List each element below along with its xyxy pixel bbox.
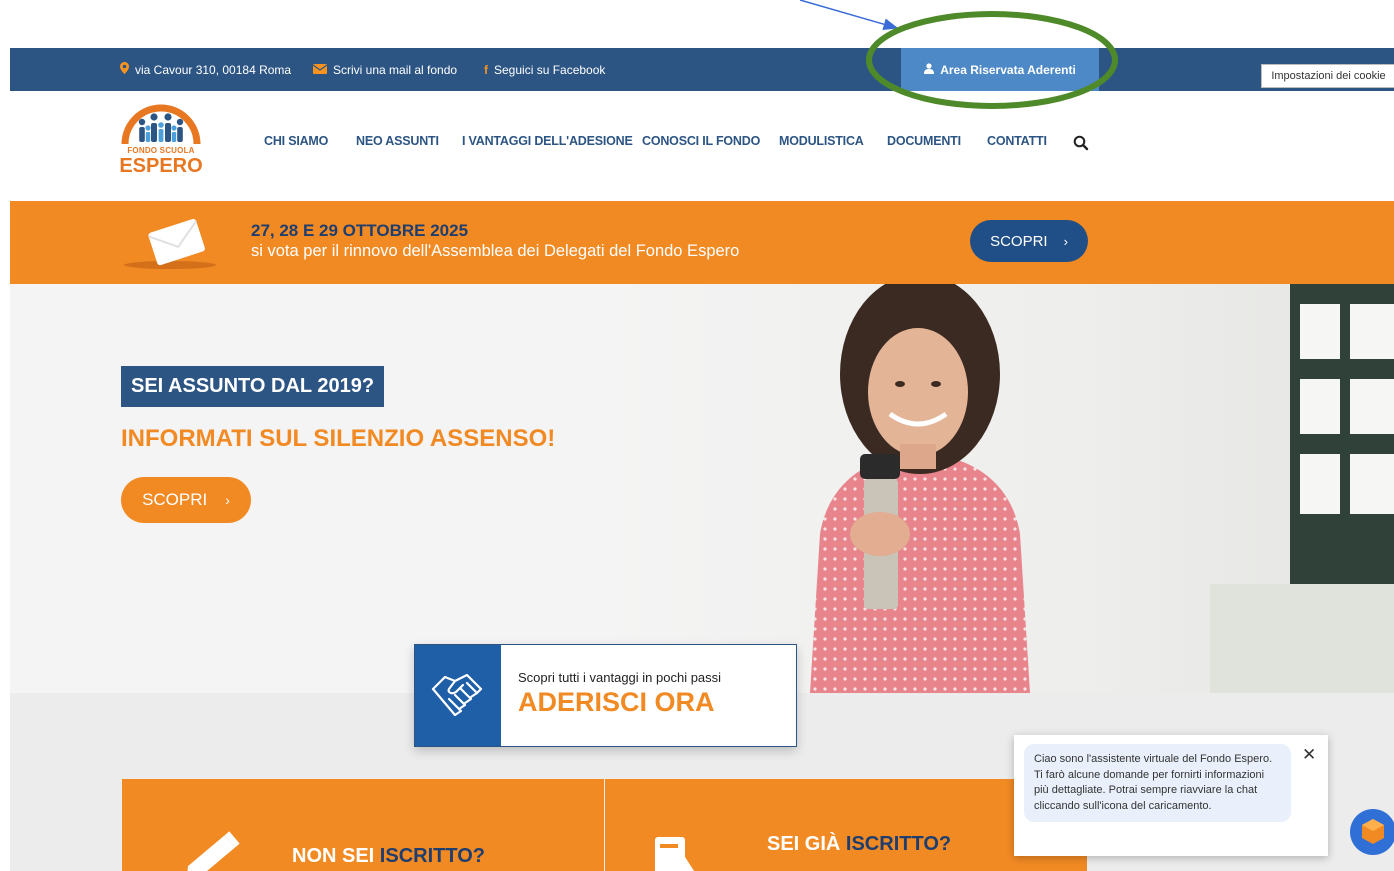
mail-text: Scrivi una mail al fondo (333, 62, 458, 77)
hero-photo (590, 284, 1394, 693)
top-bar: via Cavour 310, 00184 Roma Scrivi una ma… (10, 48, 1394, 91)
adhere-icon-panel (415, 645, 501, 746)
already-enrolled-prefix: SEI GIÀ (767, 833, 846, 855)
not-enrolled-title: NON SEI ISCRITTO? (292, 845, 485, 868)
logo-line1: FONDO SCUOLA (127, 146, 195, 155)
election-banner: 27, 28 E 29 OTTOBRE 2025 si vota per il … (10, 201, 1394, 284)
chat-bot-icon (1350, 809, 1394, 855)
pencil-icon (186, 831, 240, 871)
hero-headline: INFORMATI SUL SILENZIO ASSENSO! (121, 425, 556, 452)
handshake-icon (431, 673, 483, 717)
already-enrolled-title: SEI GIÀ ISCRITTO? (767, 833, 951, 856)
adhere-title: ADERISCI ORA (518, 687, 715, 717)
chevron-right-icon: › (225, 492, 230, 508)
chat-message: Ciao sono l'assistente virtuale del Fond… (1024, 744, 1291, 822)
close-icon[interactable]: ✕ (1302, 745, 1316, 765)
banner-subtitle: si vota per il rinnovo dell'Assemblea de… (251, 242, 740, 260)
logo-line2: ESPERO (119, 155, 203, 177)
document-icon (655, 837, 695, 871)
hero-scopri-button[interactable]: SCOPRI › (121, 477, 251, 523)
already-enrolled-highlight: ISCRITTO? (845, 833, 952, 855)
reserved-area-button[interactable]: Area Riservata Aderenti (901, 48, 1099, 91)
chat-launcher-button[interactable] (1348, 807, 1394, 857)
mail-link[interactable]: Scrivi una mail al fondo (312, 48, 458, 91)
user-icon (924, 62, 935, 77)
not-enrolled-prefix: NON SEI (292, 845, 380, 867)
logo-figures-icon (121, 104, 201, 145)
adhere-card[interactable]: Scopri tutti i vantaggi in pochi passi A… (414, 644, 797, 747)
nav-neo-assunti[interactable]: NEO ASSUNTI (356, 134, 439, 148)
reserved-area-label: Area Riservata Aderenti (940, 62, 1076, 77)
not-enrolled-box[interactable]: NON SEI ISCRITTO? (122, 779, 604, 871)
chevron-right-icon: › (1063, 233, 1068, 249)
hero-section: SEI ASSUNTO DAL 2019? INFORMATI SUL SILE… (10, 284, 1394, 693)
logo[interactable]: FONDO SCUOLA ESPERO (112, 98, 210, 180)
nav-vantaggi[interactable]: I VANTAGGI DELL'ADESIONE (462, 134, 633, 148)
facebook-link[interactable]: f Seguici su Facebook (484, 48, 605, 91)
map-pin-icon (120, 62, 129, 77)
banner-title: 27, 28 E 29 OTTOBRE 2025 (251, 221, 469, 240)
envelope-illustration-icon (124, 218, 216, 269)
not-enrolled-highlight: ISCRITTO? (379, 845, 485, 867)
cookie-settings-button[interactable]: Impostazioni dei cookie (1261, 64, 1394, 88)
address-text: via Cavour 310, 00184 Roma (135, 62, 292, 77)
nav-conosci-il-fondo[interactable]: CONOSCI IL FONDO (642, 134, 760, 148)
hero-scopri-label: SCOPRI (142, 490, 208, 509)
banner-scopri-label: SCOPRI (990, 232, 1048, 250)
hero-badge: SEI ASSUNTO DAL 2019? (121, 366, 385, 407)
facebook-icon: f (484, 62, 488, 77)
nav-modulistica[interactable]: MODULISTICA (779, 134, 864, 148)
banner-scopri-button[interactable]: SCOPRI › (970, 220, 1088, 262)
nav-chi-siamo[interactable]: CHI SIAMO (264, 134, 328, 148)
adhere-subtitle: Scopri tutti i vantaggi in pochi passi (518, 670, 722, 685)
facebook-text: Seguici su Facebook (494, 62, 606, 77)
envelope-icon (312, 63, 328, 77)
annotation-arrow (799, 0, 899, 31)
search-icon[interactable] (1073, 135, 1089, 151)
nav-documenti[interactable]: DOCUMENTI (887, 134, 961, 148)
nav-contatti[interactable]: CONTATTI (987, 134, 1047, 148)
chat-popup: Ciao sono l'assistente virtuale del Fond… (1014, 735, 1328, 856)
address-link[interactable]: via Cavour 310, 00184 Roma (120, 48, 291, 91)
